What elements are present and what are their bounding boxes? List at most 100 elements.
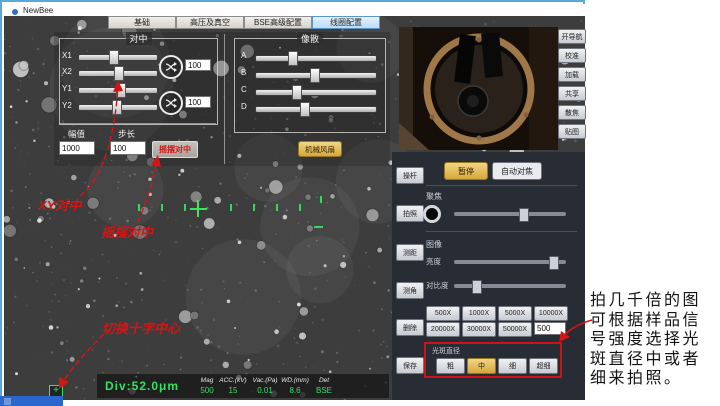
- status-field-acc: ACC.(kV)15: [215, 377, 251, 395]
- contrast-slider-thumb[interactable]: [472, 280, 482, 294]
- brightness-slider[interactable]: [454, 260, 566, 264]
- wobble-arrows-icon: [164, 96, 178, 110]
- defocus-button[interactable]: 散焦: [558, 105, 586, 120]
- calibrate-button[interactable]: 校准: [558, 48, 586, 63]
- mechanical-fan-button[interactable]: 机械风扇: [298, 141, 342, 157]
- titlebar: NewBee: [4, 4, 585, 16]
- spot-ultrafine-button[interactable]: 超细: [529, 358, 558, 374]
- x2-slider[interactable]: [78, 70, 158, 77]
- margin-note: 拍几千倍的图 可根据样品信 号强度选择光 斑直径中或者 细来拍照。: [590, 291, 718, 389]
- y-wobble-value-input[interactable]: [185, 96, 211, 108]
- focus-slider[interactable]: [454, 212, 566, 216]
- step-label: 步长: [118, 128, 135, 140]
- amplitude-input[interactable]: [59, 141, 95, 155]
- spot-size-label: 光斑直径: [432, 346, 460, 356]
- snapshot-tool-button[interactable]: 拍照: [396, 205, 424, 222]
- image-section-label: 图像: [426, 239, 442, 250]
- start-button-icon[interactable]: [4, 398, 11, 405]
- image-status-bar: Div:52.0μm Mag500 ACC.(kV)15 Vac.(Pa)0.0…: [97, 374, 389, 398]
- slider-label-d: D: [241, 102, 247, 111]
- step-input[interactable]: [110, 141, 146, 155]
- graticule-tick: [299, 204, 301, 211]
- share-button[interactable]: 共享: [558, 86, 586, 101]
- tab-bse-advanced[interactable]: BSE高级配置: [244, 16, 312, 29]
- spot-fine-button[interactable]: 细: [498, 358, 527, 374]
- chamber-camera-view: [399, 27, 558, 150]
- mag-value-input[interactable]: [534, 322, 566, 335]
- graticule-tick: [276, 204, 278, 211]
- wobble-centering-button[interactable]: 摇摆对中: [152, 141, 198, 158]
- slider-label-c: C: [241, 85, 247, 94]
- mag-30000x-button[interactable]: 30000X: [462, 322, 496, 337]
- tab-coil-config[interactable]: 线圈配置: [312, 16, 380, 29]
- graticule-tick: [184, 204, 186, 211]
- brightness-slider-thumb[interactable]: [549, 256, 559, 270]
- x1-slider-thumb[interactable]: [109, 50, 119, 65]
- graticule-tick: [253, 204, 255, 211]
- delete-button[interactable]: 删除: [396, 319, 424, 336]
- tab-hv-vacuum[interactable]: 高压及真空: [176, 16, 244, 29]
- x1-slider[interactable]: [78, 54, 158, 61]
- x-wobble-button[interactable]: [159, 55, 183, 79]
- measure-angle-button[interactable]: 测角: [396, 282, 424, 299]
- contrast-slider[interactable]: [454, 284, 566, 288]
- stig-c-thumb[interactable]: [292, 85, 302, 100]
- y-wobble-button[interactable]: [159, 91, 183, 115]
- slider-label-y1: Y1: [62, 84, 72, 93]
- contrast-label: 对比度: [426, 280, 449, 291]
- x2-slider-thumb[interactable]: [114, 66, 124, 81]
- tab-basic[interactable]: 基础: [108, 16, 176, 29]
- divider: [426, 231, 577, 232]
- spot-medium-button[interactable]: 中: [467, 358, 496, 374]
- wobble-arrows-icon: [164, 60, 178, 74]
- spot-coarse-button[interactable]: 粗: [436, 358, 465, 374]
- focus-knob[interactable]: [423, 205, 441, 223]
- annotation-switch-cross-center: 切换十字中心: [102, 318, 180, 337]
- pause-button[interactable]: 暂停: [444, 162, 488, 180]
- crosshair-icon: [197, 200, 199, 217]
- mag-1000x-button[interactable]: 1000X: [462, 306, 496, 321]
- graticule-dash: [314, 226, 323, 228]
- divider: [224, 34, 225, 164]
- graticule-tick: [230, 204, 232, 211]
- annotation-xy-centering: XY对中: [38, 195, 81, 214]
- open-navigation-button[interactable]: 开导航: [558, 29, 586, 44]
- focus-slider-thumb[interactable]: [519, 208, 529, 222]
- mag-50000x-button[interactable]: 50000X: [498, 322, 532, 337]
- window-title: NewBee: [23, 6, 53, 15]
- joystick-tool-button[interactable]: 操杆: [396, 167, 424, 184]
- save-button[interactable]: 保存: [396, 357, 424, 374]
- stig-a-thumb[interactable]: [288, 51, 298, 66]
- divider: [59, 123, 216, 124]
- stig-a-slider[interactable]: [255, 55, 377, 62]
- stig-c-slider[interactable]: [255, 89, 377, 96]
- measure-distance-button[interactable]: 测距: [396, 244, 424, 261]
- control-panel: 操杆 拍照 测距 测角 删除 保存 暂停 自动对焦 聚焦 图像 亮度 对比度 5…: [392, 152, 585, 400]
- paste-button[interactable]: 贴图: [558, 124, 586, 139]
- y2-slider[interactable]: [78, 104, 158, 111]
- stigmator-groupbox: 像散: [234, 38, 386, 133]
- slider-label-x2: X2: [62, 67, 72, 76]
- brightness-label: 亮度: [426, 256, 441, 267]
- stig-b-slider[interactable]: [255, 72, 377, 79]
- load-button[interactable]: 加载: [558, 67, 586, 82]
- spot-size-group: 光斑直径 粗 中 细 超细: [424, 342, 562, 378]
- scale-readout: Div:52.0μm: [105, 379, 179, 393]
- stigmator-title: 像散: [297, 32, 323, 45]
- mag-10000x-button[interactable]: 10000X: [534, 306, 568, 321]
- centering-groupbox: 对中: [59, 38, 218, 125]
- slider-label-b: B: [241, 68, 246, 77]
- mag-20000x-button[interactable]: 20000X: [426, 322, 460, 337]
- stig-d-thumb[interactable]: [300, 102, 310, 117]
- x-wobble-value-input[interactable]: [185, 59, 211, 71]
- autofocus-button[interactable]: 自动对焦: [492, 162, 542, 180]
- y1-slider-thumb[interactable]: [116, 83, 126, 98]
- stig-d-slider[interactable]: [255, 106, 377, 113]
- y2-slider-thumb[interactable]: [112, 100, 122, 115]
- mag-500x-button[interactable]: 500X: [426, 306, 460, 321]
- mag-5000x-button[interactable]: 5000X: [498, 306, 532, 321]
- y1-slider[interactable]: [78, 87, 158, 94]
- annotation-wobble-centering: 摇摆对中: [101, 222, 153, 241]
- focus-label: 聚焦: [426, 191, 442, 202]
- stig-b-thumb[interactable]: [310, 68, 320, 83]
